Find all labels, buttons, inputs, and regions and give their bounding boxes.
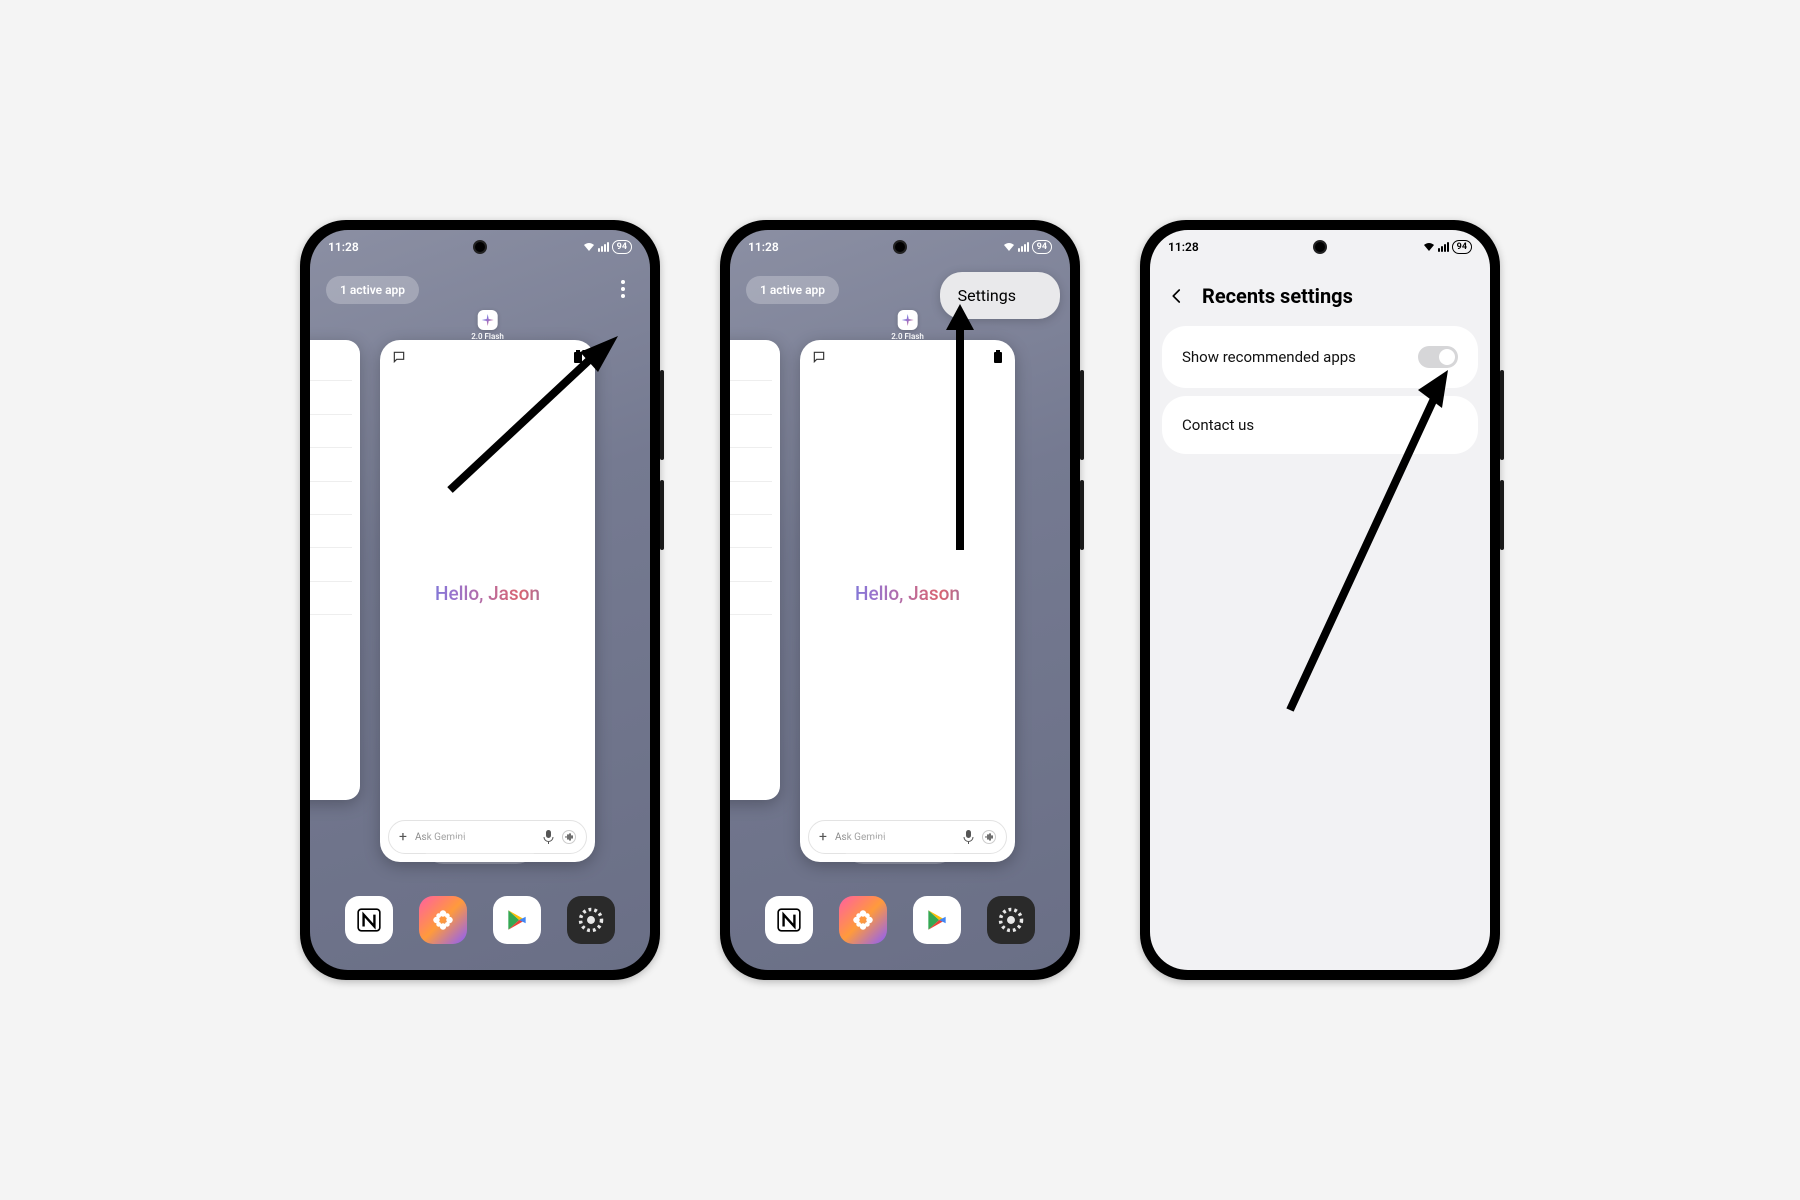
setting-label: Show recommended apps <box>1182 348 1356 366</box>
battery-pill: 94 <box>1032 240 1052 254</box>
setting-row-contact-us[interactable]: Contact us <box>1162 396 1478 454</box>
greeting-text: Hello, Jason <box>800 374 1015 812</box>
recents-card-background[interactable]: Cha per/ rix / SN atsAp DMs con agran <box>730 340 780 800</box>
wifi-icon <box>1003 242 1015 252</box>
toggle-show-recommended[interactable] <box>1418 346 1458 368</box>
list-item: Cha <box>730 348 772 381</box>
active-apps-chip[interactable]: 1 active app <box>326 276 419 304</box>
battery-icon <box>573 350 583 364</box>
wifi-icon <box>583 242 595 252</box>
phone-mockup-1: 11:28 94 1 active app Cha per/ rix / SN … <box>300 220 660 980</box>
model-label: 2.0 Flash <box>891 332 924 341</box>
list-item: per/ <box>730 381 772 414</box>
gemini-icon <box>898 310 918 330</box>
recents-card-gemini[interactable]: 2.0 Flash Hello, Jason + Ask Gemini <box>380 340 595 862</box>
dock-icon-settings[interactable] <box>987 896 1035 944</box>
suggested-apps-dock <box>730 896 1070 944</box>
list-item: / SN <box>730 448 772 481</box>
overflow-menu-popup: Settings <box>940 272 1060 319</box>
list-item: con <box>310 548 352 581</box>
wifi-icon <box>1423 242 1435 252</box>
dock-icon-notion[interactable] <box>765 896 813 944</box>
signal-icon <box>598 242 609 252</box>
app-header: 2.0 Flash <box>471 310 504 341</box>
model-label: 2.0 Flash <box>471 332 504 341</box>
back-icon[interactable] <box>1168 287 1186 305</box>
plus-icon[interactable]: + <box>399 829 407 845</box>
plus-icon[interactable]: + <box>819 829 827 845</box>
battery-pill: 94 <box>612 240 632 254</box>
dock-icon-playstore[interactable] <box>913 896 961 944</box>
menu-item-settings[interactable]: Settings <box>958 286 1016 305</box>
chat-icon <box>812 350 826 364</box>
list-item: atsAp <box>310 482 352 515</box>
dock-icon-settings[interactable] <box>567 896 615 944</box>
recents-settings-screen: 11:28 94 Recents settings Show recommend… <box>1150 230 1490 970</box>
dock-icon-playstore[interactable] <box>493 896 541 944</box>
setting-label: Contact us <box>1182 416 1254 434</box>
dock-icon-gallery[interactable] <box>839 896 887 944</box>
status-time: 11:28 <box>748 240 779 254</box>
camera-cutout <box>893 240 907 254</box>
list-item: / SN <box>310 448 352 481</box>
list-item: con <box>730 548 772 581</box>
page-title: Recents settings <box>1202 284 1353 308</box>
overflow-menu-button[interactable] <box>610 276 636 302</box>
list-item: agran <box>730 582 772 615</box>
active-apps-chip[interactable]: 1 active app <box>746 276 839 304</box>
list-item: per/ <box>310 381 352 414</box>
chat-icon <box>392 350 406 364</box>
settings-header: Recents settings <box>1150 264 1490 318</box>
setting-row-show-recommended[interactable]: Show recommended apps <box>1162 326 1478 388</box>
signal-icon <box>1438 242 1449 252</box>
voice-wave-icon[interactable] <box>562 830 576 844</box>
list-item: DMs <box>310 515 352 548</box>
status-time: 11:28 <box>328 240 359 254</box>
list-item: DMs <box>730 515 772 548</box>
suggested-apps-dock <box>310 896 650 944</box>
close-all-button[interactable]: Close all <box>423 824 536 864</box>
recents-card-background[interactable]: Cha per/ rix / SN atsAp DMs con agran <box>310 340 360 800</box>
camera-cutout <box>1313 240 1327 254</box>
signal-icon <box>1018 242 1029 252</box>
close-all-button[interactable]: Close all <box>843 824 956 864</box>
battery-pill: 94 <box>1452 240 1472 254</box>
list-item: agran <box>310 582 352 615</box>
list-item: atsAp <box>730 482 772 515</box>
phone-mockup-2: 11:28 94 1 active app Cha per/ rix / SN … <box>720 220 1080 980</box>
dock-icon-notion[interactable] <box>345 896 393 944</box>
status-time: 11:28 <box>1168 240 1199 254</box>
battery-icon <box>993 350 1003 364</box>
list-item: Cha <box>310 348 352 381</box>
dock-icon-gallery[interactable] <box>419 896 467 944</box>
recents-screen-menu: 11:28 94 1 active app Cha per/ rix / SN … <box>730 230 1070 970</box>
app-header: 2.0 Flash <box>891 310 924 341</box>
phone-mockup-3: 11:28 94 Recents settings Show recommend… <box>1140 220 1500 980</box>
voice-wave-icon[interactable] <box>982 830 996 844</box>
mic-icon[interactable] <box>543 830 554 844</box>
camera-cutout <box>473 240 487 254</box>
list-item: rix <box>730 415 772 448</box>
greeting-text: Hello, Jason <box>380 374 595 812</box>
recents-screen: 11:28 94 1 active app Cha per/ rix / SN … <box>310 230 650 970</box>
status-right: 94 <box>583 240 632 254</box>
list-item: rix <box>310 415 352 448</box>
gemini-icon <box>478 310 498 330</box>
recents-card-gemini[interactable]: 2.0 Flash Hello, Jason + Ask Gemini <box>800 340 1015 862</box>
status-right: 94 <box>1003 240 1052 254</box>
status-right: 94 <box>1423 240 1472 254</box>
mic-icon[interactable] <box>963 830 974 844</box>
